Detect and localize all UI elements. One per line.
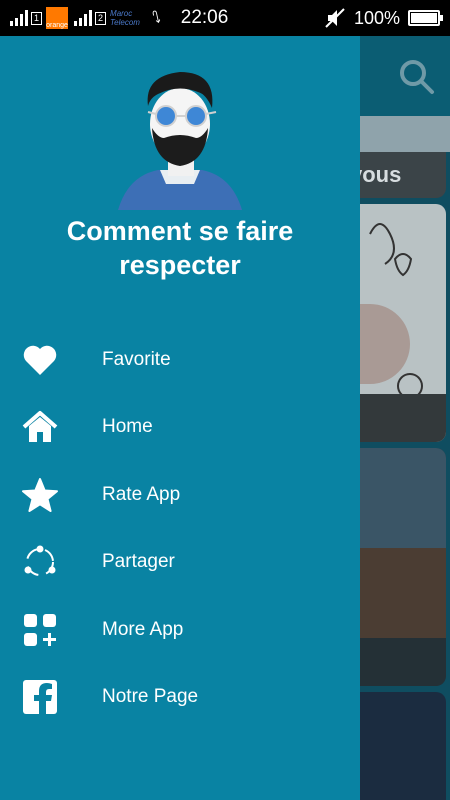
star-icon [20, 475, 60, 515]
sim2-indicator: 2 [95, 11, 107, 25]
heart-icon [20, 340, 60, 380]
menu-item-label: Home [102, 416, 153, 438]
app-name: Comment se faire respecter [66, 216, 294, 280]
clock: 22:06 [180, 7, 229, 28]
menu-item-label: Favorite [102, 348, 171, 370]
menu-item-label: Notre Page [102, 686, 199, 708]
battery-percent: 100% [353, 7, 400, 28]
usb-icon: ⭛ [151, 10, 161, 27]
menu-item-favorite[interactable]: Favorite [0, 326, 360, 394]
menu-item-notre-page[interactable]: Notre Page [0, 664, 360, 732]
facebook-icon [20, 677, 60, 717]
mute-icon [325, 8, 345, 28]
signal-strength-icon-2 [74, 10, 93, 26]
battery-icon [408, 10, 443, 26]
operator-maroc-telecom-logo: Maroc Telecom [110, 9, 140, 27]
menu-item-label: Rate App [102, 483, 181, 505]
menu-item-share[interactable]: Partager [0, 529, 360, 597]
home-icon [20, 407, 60, 447]
menu-item-rate-app[interactable]: Rate App [0, 461, 360, 529]
navigation-drawer: Comment se faire respecter Favorite Home… [0, 36, 360, 800]
menu-item-label: Partager [102, 551, 175, 573]
signal-strength-icon [10, 10, 28, 26]
share-icon [20, 542, 60, 582]
apps-icon [20, 610, 60, 650]
drawer-menu: Favorite Home Rate App Partager More App… [0, 326, 360, 731]
avatar [118, 72, 242, 210]
search-icon[interactable] [396, 56, 436, 96]
menu-item-home[interactable]: Home [0, 394, 360, 462]
status-bar: 1 orange 2 Maroc Telecom ⭛ 22:06 100% [0, 0, 450, 36]
menu-item-more-app[interactable]: More App [0, 596, 360, 664]
menu-item-label: More App [102, 618, 184, 640]
operator-orange-logo: orange [46, 7, 69, 29]
operator2-line2: Telecom [110, 18, 140, 27]
sim1-indicator: 1 [31, 11, 43, 25]
operator2-line1: Maroc [110, 9, 133, 18]
